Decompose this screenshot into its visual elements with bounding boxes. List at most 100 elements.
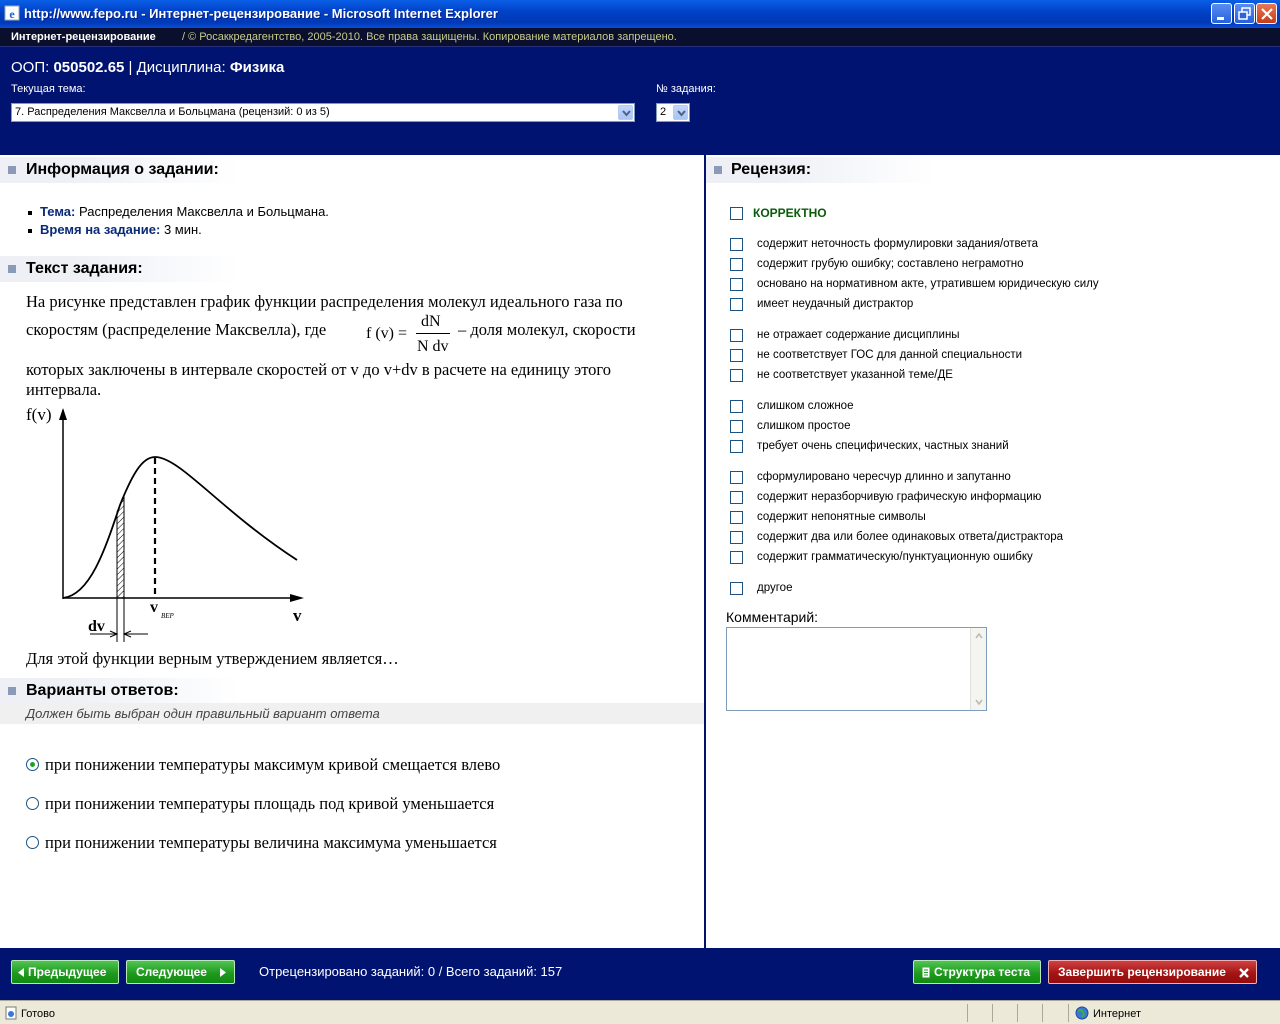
answer-radio-3[interactable]	[26, 836, 39, 849]
close-icon	[1261, 8, 1273, 20]
next-button[interactable]: Следующее	[126, 960, 235, 984]
checkbox-correct[interactable]	[730, 207, 743, 220]
document-icon	[922, 967, 930, 978]
review-checkbox-other[interactable]	[730, 582, 743, 595]
discipline-value: Физика	[229, 59, 285, 76]
review-checkbox[interactable]	[730, 420, 743, 433]
topic-select[interactable]: 7. Распределения Максвелла и Больцмана (…	[11, 103, 635, 122]
topic-label: Текущая тема:	[11, 83, 86, 95]
review-checkbox[interactable]	[730, 329, 743, 342]
reviewed-counter: Отрецензировано заданий: 0 / Всего задан…	[259, 964, 563, 979]
review-checkbox-label: не соответствует указанной теме/ДЕ	[757, 369, 953, 381]
section-bullet-icon	[8, 687, 16, 695]
section-bullet-icon	[8, 166, 16, 174]
review-checkbox[interactable]	[730, 491, 743, 504]
review-checkbox-label: не соответствует ГОС для данной специаль…	[757, 349, 1023, 361]
topic-select-value: 7. Распределения Максвелла и Больцмана (…	[15, 106, 330, 118]
review-checkbox[interactable]	[730, 551, 743, 564]
maximize-button[interactable]	[1234, 3, 1255, 24]
browser-status-bar: Готово Интернет	[0, 1000, 1280, 1024]
close-window-button[interactable]	[1256, 3, 1277, 24]
arrow-left-icon	[18, 968, 24, 977]
graph-dv-label: dv	[88, 618, 105, 635]
task-number-value: 2	[660, 106, 667, 118]
review-checkbox[interactable]	[730, 400, 743, 413]
section-bullet-icon	[714, 166, 722, 174]
graph-y-label: f(v)	[26, 405, 51, 424]
previous-button[interactable]: Предыдущее	[11, 960, 119, 984]
review-checkbox-label: не отражает содержание дисциплины	[757, 329, 960, 341]
review-checkbox-label: слишком сложное	[757, 400, 854, 412]
arrow-right-icon	[220, 968, 226, 977]
svg-text:e: e	[9, 7, 15, 21]
restore-icon	[1238, 7, 1251, 20]
site-header	[0, 28, 1280, 155]
info-time: Время на задание: 3 мин.	[28, 222, 202, 237]
chevron-down-icon[interactable]	[618, 105, 633, 120]
minimize-button[interactable]	[1211, 3, 1232, 24]
review-checkbox[interactable]	[730, 258, 743, 271]
formula-fraction-bar	[416, 333, 450, 334]
review-checkbox[interactable]	[730, 369, 743, 382]
minimize-icon	[1217, 17, 1224, 20]
x-axis-arrow-icon	[290, 594, 304, 602]
review-checkbox-label: сформулировано чересчур длинно и запутан…	[757, 471, 1011, 483]
comment-textarea[interactable]	[726, 627, 987, 711]
comment-scrollbar[interactable]	[970, 628, 986, 710]
answer-option-2[interactable]: при понижении температуры площадь под кр…	[26, 794, 586, 816]
info-topic: Тема: Распределения Максвелла и Больцман…	[28, 204, 329, 219]
window-title-bar[interactable]: e http://www.fepo.ru - Интернет-рецензир…	[0, 0, 1280, 28]
copyright-text: / © Росаккредагентство, 2005-2010. Все п…	[182, 31, 677, 43]
review-checkbox-label: требует очень специфических, частных зна…	[757, 440, 1009, 452]
review-checkbox[interactable]	[730, 349, 743, 362]
formula-numerator: dN	[421, 313, 441, 330]
site-brand: Интернет-рецензирование	[11, 31, 156, 43]
oop-line: ООП: 050502.65 | Дисциплина: Физика	[11, 59, 284, 76]
review-checkbox[interactable]	[730, 298, 743, 311]
answers-hint-bar: Должен быть выбран один правильный вариа…	[0, 703, 704, 724]
review-checkbox[interactable]	[730, 278, 743, 291]
task-text-line4: интервала.	[26, 380, 102, 399]
window-title: http://www.fepo.ru - Интернет-рецензиров…	[24, 6, 498, 21]
task-text-line2b: – доля молекул, скорости	[458, 320, 636, 339]
answer-radio-1[interactable]	[26, 758, 39, 771]
section-bullet-icon	[8, 265, 16, 273]
discipline-label: | Дисциплина:	[128, 59, 226, 76]
info-section-header: Информация о задании:	[0, 157, 240, 183]
review-checkbox-label: содержит неразборчивую графическую инфор…	[757, 491, 1042, 503]
graph-vmax-label: v	[150, 599, 158, 616]
task-text-line2a: скоростям (распределение Максвелла), где	[26, 320, 327, 339]
review-checkbox-label: содержит грамматическую/пунктуационную о…	[757, 551, 1033, 563]
y-axis-arrow-icon	[59, 408, 67, 420]
task-number-select[interactable]: 2	[656, 103, 690, 122]
answer-option-1[interactable]: при понижении температуры максимум криво…	[26, 755, 586, 777]
task-text-line1: На рисунке представлен график функции ра…	[26, 292, 623, 311]
review-section-header: Рецензия:	[706, 157, 936, 183]
test-structure-button[interactable]: Структура теста	[913, 960, 1041, 984]
review-checkbox-label: содержит грубую ошибку; составлено негра…	[757, 258, 1024, 270]
chevron-down-icon[interactable]	[673, 105, 688, 120]
label-correct: КОРРЕКТНО	[753, 206, 827, 220]
task-number-label: № задания:	[656, 83, 716, 95]
comment-label: Комментарий:	[726, 609, 819, 625]
finish-review-button[interactable]: Завершить рецензирование	[1048, 960, 1257, 984]
review-checkbox[interactable]	[730, 511, 743, 524]
answer-radio-2[interactable]	[26, 797, 39, 810]
review-checkbox-label: имеет неудачный дистрактор	[757, 298, 914, 310]
review-checkbox-label: основано на нормативном акте, утратившем…	[757, 278, 1099, 290]
task-text-line3: которых заключены в интервале скоростей …	[26, 360, 612, 379]
review-checkbox-label-other: другое	[757, 582, 793, 594]
review-checkbox[interactable]	[730, 238, 743, 251]
review-checkbox[interactable]	[730, 471, 743, 484]
task-text-section-header: Текст задания:	[0, 256, 240, 282]
answers-section-header: Варианты ответов:	[0, 678, 240, 704]
answer-option-3[interactable]: при понижении температуры величина макси…	[26, 833, 586, 855]
formula-denominator: N dv	[417, 338, 449, 355]
graph-vmax-subscript: ВЕР	[161, 612, 175, 620]
review-checkbox[interactable]	[730, 440, 743, 453]
ie-icon: e	[4, 5, 20, 21]
status-ready: Готово	[21, 1008, 55, 1020]
review-checkbox[interactable]	[730, 531, 743, 544]
oop-value: 050502.65	[53, 59, 125, 76]
review-checkbox-label: содержит два или более одинаковых ответа…	[757, 531, 1064, 543]
